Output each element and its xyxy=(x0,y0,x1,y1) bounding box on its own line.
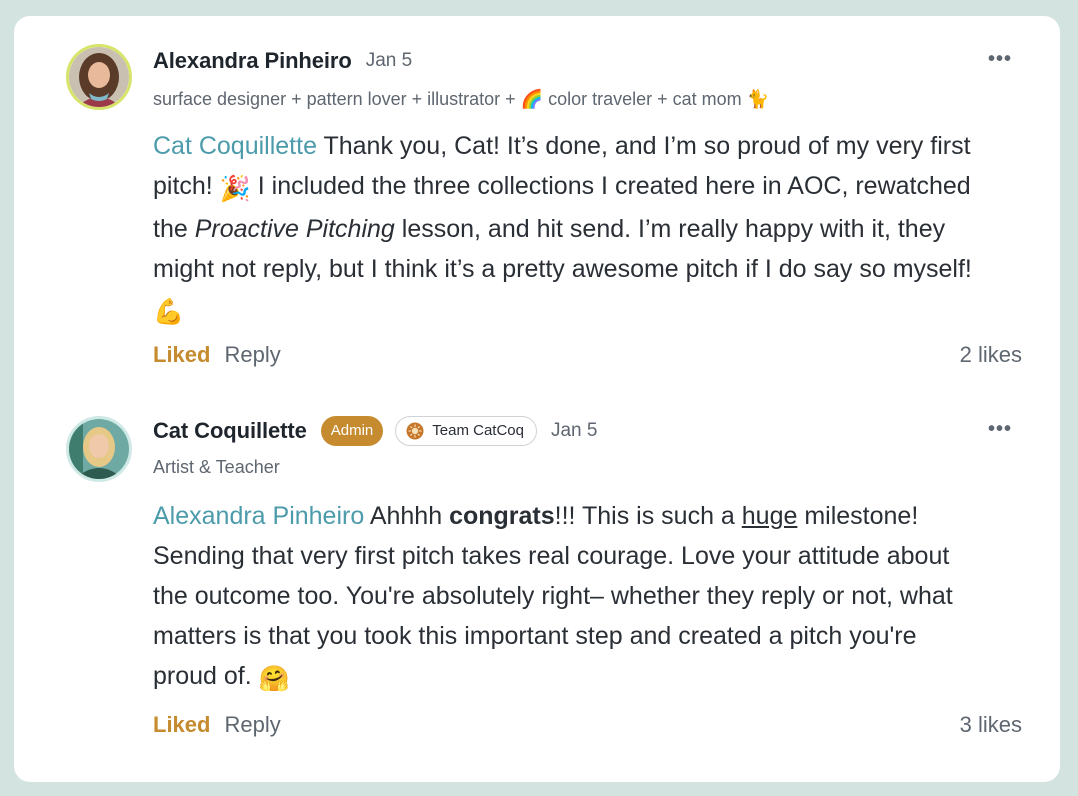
comment-underline-text: huge xyxy=(741,502,798,530)
comment-text: Ahhhh xyxy=(364,502,450,530)
likes-count[interactable]: 2 likes xyxy=(960,342,1022,368)
mention-link[interactable]: Cat Coquillette xyxy=(153,132,317,160)
party-popper-emoji: 🎉 xyxy=(219,175,251,203)
comment-thread-card: Alexandra Pinheiro Jan 5 ••• surface des… xyxy=(14,16,1060,782)
more-horizontal-icon[interactable]: ••• xyxy=(988,49,1012,69)
comment-header: Alexandra Pinheiro Jan 5 xyxy=(153,48,412,74)
flexed-biceps-emoji: 💪 xyxy=(153,298,185,326)
reply-button[interactable]: Reply xyxy=(224,712,280,738)
author-name[interactable]: Alexandra Pinheiro xyxy=(153,48,352,74)
author-bio: Artist & Teacher xyxy=(153,457,280,477)
author-bio: surface designer + pattern lover + illus… xyxy=(153,89,770,109)
avatar[interactable] xyxy=(66,44,132,110)
team-badge-label: Team CatCoq xyxy=(432,422,524,439)
comment-body: Alexandra Pinheiro Ahhhh congrats!!! Thi… xyxy=(153,496,973,699)
mention-link[interactable]: Alexandra Pinheiro xyxy=(153,502,364,530)
comment-actions: Liked Reply xyxy=(153,342,281,368)
avatar[interactable] xyxy=(66,416,132,482)
comment-body: Cat Coquillette Thank you, Cat! It’s don… xyxy=(153,126,973,332)
comment-text: !!! This is such a xyxy=(554,502,742,530)
reply-button[interactable]: Reply xyxy=(224,342,280,368)
comment-bold-text: congrats xyxy=(449,502,555,530)
team-badge[interactable]: Team CatCoq xyxy=(395,416,537,446)
sun-icon xyxy=(406,422,424,440)
comment-header: Cat Coquillette Admin Team CatCoq Jan 5 xyxy=(153,416,597,446)
comment-italic-text: Proactive Pitching xyxy=(194,215,395,243)
comment-date[interactable]: Jan 5 xyxy=(551,420,597,442)
liked-button[interactable]: Liked xyxy=(153,342,210,368)
likes-count[interactable]: 3 likes xyxy=(960,712,1022,738)
admin-badge: Admin xyxy=(320,416,384,446)
more-horizontal-icon[interactable]: ••• xyxy=(988,419,1012,439)
comment-date[interactable]: Jan 5 xyxy=(366,50,412,72)
author-name[interactable]: Cat Coquillette xyxy=(153,418,307,444)
hugging-face-emoji: 🤗 xyxy=(258,665,290,693)
liked-button[interactable]: Liked xyxy=(153,712,210,738)
comment-actions: Liked Reply xyxy=(153,712,281,738)
